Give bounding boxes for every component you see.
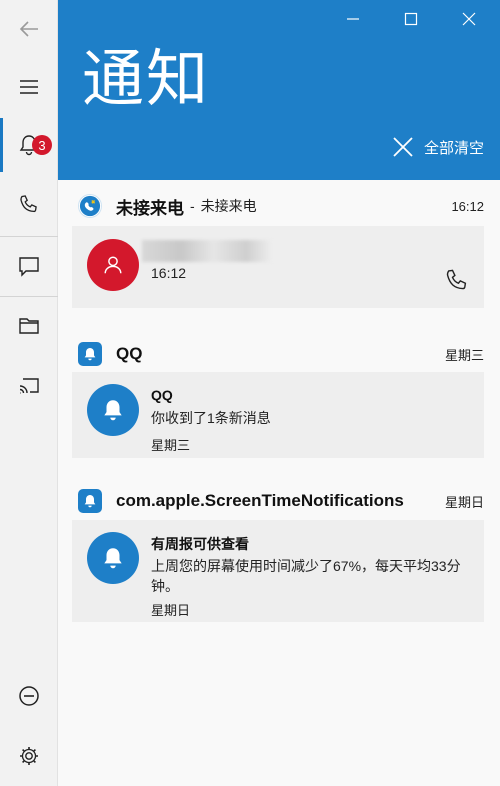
group-app-name: com.apple.ScreenTimeNotifications [116, 491, 404, 510]
settings-button[interactable] [0, 727, 58, 785]
group-app-name: 未接来电 [116, 198, 184, 218]
notification-card-missed-call[interactable]: 16:12 [72, 226, 484, 308]
close-icon [462, 12, 476, 26]
notification-count-badge: 3 [32, 135, 52, 155]
screen-time-app-icon [78, 489, 102, 513]
do-not-disturb-icon [19, 686, 39, 706]
close-window-button[interactable] [458, 8, 480, 30]
redacted-caller-name [142, 240, 272, 262]
files-nav-button[interactable] [0, 297, 58, 355]
bell-icon [84, 495, 96, 508]
qq-app-icon [78, 342, 102, 366]
bell-icon [104, 548, 122, 569]
card-time: 星期三 [151, 438, 191, 453]
notification-group-header[interactable]: QQ 星期三 [78, 340, 484, 368]
maximize-button[interactable] [400, 8, 422, 30]
notification-avatar [87, 384, 139, 436]
card-body: 你收到了1条新消息 [151, 410, 271, 426]
group-subtitle: 未接来电 [200, 198, 257, 214]
clear-all-button[interactable]: 全部清空 [392, 136, 484, 158]
maximize-icon [404, 12, 418, 26]
back-arrow-icon [19, 21, 38, 37]
sidebar: 3 [0, 0, 58, 786]
card-time: 星期日 [151, 603, 191, 618]
phone-icon [446, 269, 467, 290]
cast-icon [19, 378, 39, 394]
notification-list: 未接来电 - 未接来电 16:12 16:12 QQ 星期三 QQ 你收到了1条… [58, 180, 500, 786]
notification-card-qq[interactable]: QQ 你收到了1条新消息 星期三 [72, 372, 484, 458]
notification-card-screen-time[interactable]: 有周报可供查看 上周您的屏幕使用时间减少了67%，每天平均33分钟。 星期日 [72, 520, 484, 622]
messages-nav-button[interactable] [0, 237, 58, 295]
notification-group-header[interactable]: com.apple.ScreenTimeNotifications 星期日 [78, 487, 484, 515]
minimize-button[interactable] [342, 8, 364, 30]
card-body: 上周您的屏幕使用时间减少了67%，每天平均33分钟。 [151, 558, 461, 594]
minimize-icon [347, 18, 359, 20]
group-time: 星期日 [444, 494, 484, 510]
call-back-button[interactable] [444, 268, 470, 294]
phone-icon [20, 195, 37, 213]
missed-call-app-icon [78, 194, 102, 218]
group-app-name: QQ [116, 344, 143, 363]
menu-button[interactable] [0, 58, 58, 116]
do-not-disturb-button[interactable] [0, 667, 58, 725]
card-title: QQ [151, 387, 173, 403]
calls-nav-button[interactable] [0, 176, 58, 234]
hamburger-icon [20, 80, 38, 94]
screen-cast-nav-button[interactable] [0, 357, 58, 415]
header: 通知 全部清空 [58, 0, 500, 180]
card-time: 16:12 [151, 265, 187, 281]
folder-icon [19, 318, 39, 334]
person-icon [104, 256, 122, 274]
notification-avatar [87, 532, 139, 584]
notifications-nav-button[interactable]: 3 [0, 116, 58, 174]
group-time: 16:12 [451, 198, 484, 214]
clear-icon [393, 137, 413, 157]
page-title: 通知 [82, 45, 211, 114]
message-icon [19, 257, 39, 277]
settings-icon [20, 747, 38, 765]
bell-icon [84, 348, 96, 361]
bell-icon [104, 400, 122, 421]
group-time: 星期三 [444, 347, 484, 363]
clear-all-label: 全部清空 [423, 139, 484, 157]
avatar [87, 239, 139, 291]
card-title: 有周报可供查看 [151, 536, 249, 552]
group-separator: - [190, 198, 195, 214]
back-button[interactable] [0, 0, 58, 58]
notification-group-header[interactable]: 未接来电 - 未接来电 16:12 [78, 192, 484, 220]
